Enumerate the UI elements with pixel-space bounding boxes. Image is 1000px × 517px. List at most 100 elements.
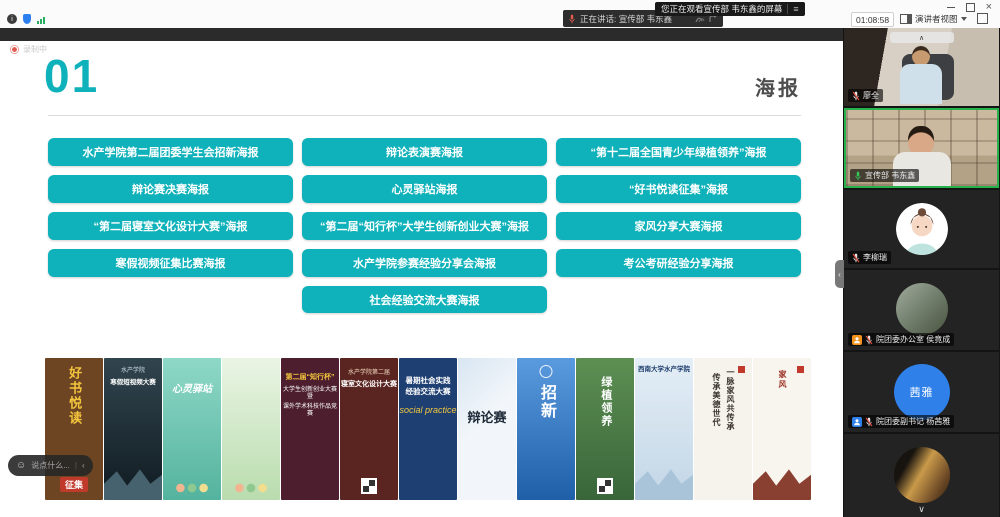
poster-thumbnail: 绿植领养 (576, 358, 634, 500)
poster-text: 寝室文化设计大赛 (341, 381, 397, 390)
poster-text: 暑期社会实践 (406, 376, 451, 385)
poster-qr (361, 478, 377, 494)
top-toolbar: i (0, 0, 1000, 29)
view-mode-button[interactable]: 演讲者视图 (900, 12, 967, 25)
poster-item-button: “第二届“知行杯”大学生创新创业大赛”海报 (302, 212, 547, 240)
poster-thumbnail: 第二届“知行杯”大学生创新创业大赛暨课外学术科技作品竞赛 (281, 358, 339, 500)
collapse-panel-handle[interactable]: ‹ (835, 260, 844, 288)
restore-button[interactable] (966, 3, 975, 12)
poster-text: 绿植领养 (598, 376, 612, 428)
poster-text: 寒假短视频大赛 (110, 379, 156, 387)
scroll-more-icon[interactable]: ∨ (918, 504, 925, 515)
poster-text: 水产学院 (121, 368, 145, 376)
video-tile[interactable]: ∧ 廖全 (844, 28, 999, 106)
poster-button-grid: 水产学院第二届团委学生会招新海报 辩论表演赛海报 “第十二届全国青少年绿植领养”… (48, 138, 801, 277)
poster-text: 心灵驿站 (172, 384, 212, 397)
initials-avatar: 茜雅 (894, 364, 950, 420)
poster-item-button: 考公考研经验分享海报 (556, 249, 801, 277)
timer-text: 01:08:58 (856, 15, 889, 25)
divider-line (48, 115, 801, 116)
poster-item-button: “第二届寝室文化设计大赛”海报 (48, 212, 293, 240)
video-tile-active-speaker[interactable]: 宣传部 韦东鑫 (844, 108, 999, 188)
poster-text: 第二届“知行杯” (286, 374, 335, 383)
video-tile[interactable]: ∨ (844, 434, 999, 517)
poster-item-button: 辩论表演赛海报 (302, 138, 547, 166)
poster-item-button: 水产学院第二届团委学生会招新海报 (48, 138, 293, 166)
chevron-down-icon (961, 17, 967, 21)
shared-slide: 录制中 01 海报 水产学院第二届团委学生会招新海报 辩论表演赛海报 “第十二届… (0, 41, 843, 517)
participant-name-chip: 宣传部 韦东鑫 (850, 169, 919, 182)
participants-panel: ∧ 廖全 宣传部 韦东鑫 (843, 28, 1000, 517)
video-tile[interactable]: 李柳瑞 (844, 190, 999, 268)
poster-vrow: 传承美德世代一脉家风共传承 (711, 368, 735, 431)
photo-avatar (896, 283, 948, 335)
poster-strip: 好书悦读征集水产学院寒假短视频大赛心灵驿站第二届“知行杯”大学生创新创业大赛暨课… (45, 358, 811, 500)
poster-circles (222, 482, 280, 494)
slide-title: 海报 (755, 72, 801, 101)
meeting-timer: 01:08:58 (851, 12, 894, 27)
poster-text: 招新 (536, 384, 556, 420)
close-button[interactable]: × (986, 2, 992, 12)
section-number: 01 (44, 49, 99, 103)
poster-thumbnail: 家风 (753, 358, 811, 500)
hide-panel-button[interactable]: ∧ (890, 32, 954, 43)
minimize-button[interactable] (947, 7, 955, 8)
poster-qr (597, 478, 613, 494)
poster-thumbnail: 水产学院寒假短视频大赛 (104, 358, 162, 500)
poster-thumbnail: 辩论赛 (458, 358, 516, 500)
info-icon: i (7, 14, 17, 24)
poster-mountain (104, 464, 162, 500)
watching-banner-text: 您正在观看宣传部 韦东鑫的屏幕 (661, 3, 782, 15)
poster-text: 大学生创新创业大赛暨 (281, 387, 339, 402)
participant-name-chip: 廖全 (848, 89, 883, 102)
collapse-chat-icon[interactable]: ‹ (82, 461, 85, 470)
connection-status-icons: i (7, 14, 45, 24)
fullscreen-button[interactable] (977, 13, 988, 24)
chat-placeholder: 说点什么... (31, 460, 70, 471)
muted-mic-icon (852, 91, 860, 101)
poster-seal (797, 366, 804, 373)
muted-mic-icon (865, 335, 873, 345)
poster-text: social practice (399, 405, 456, 416)
shared-window-titlebar (0, 28, 843, 41)
participant-name: 廖全 (863, 90, 879, 101)
poster-text: 好书悦读 (66, 366, 82, 426)
poster-badge: 征集 (60, 477, 88, 492)
member-badge-icon (852, 417, 862, 427)
poster-mountain3 (753, 464, 811, 500)
poster-item-button: 寒假视频征集比赛海报 (48, 249, 293, 277)
poster-item-button: “好书悦读征集”海报 (556, 175, 801, 203)
window-controls: × (947, 2, 992, 12)
banner-menu-icon[interactable]: ≡ (787, 4, 798, 14)
emoji-icon[interactable]: ☺ (16, 460, 26, 471)
member-badge-icon (852, 335, 862, 345)
poster-thumbnail: 暑期社会实践经验交流大赛 social practice (399, 358, 457, 500)
participant-name-chip: 院团委副书记 杨茜雅 (848, 415, 954, 428)
poster-item-button: “第十二届全国青少年绿植领养”海报 (556, 138, 801, 166)
poster-text: 家风 (777, 370, 787, 390)
poster-seal (738, 366, 745, 373)
participant-name-chip: 李柳瑞 (848, 251, 891, 264)
poster-logo (540, 365, 553, 378)
record-indicator: 录制中 (10, 44, 47, 55)
divider: | (75, 461, 77, 470)
chat-quick-input[interactable]: ☺ 说点什么... | ‹ (8, 455, 93, 476)
speaking-mic-icon (568, 14, 576, 24)
participant-name: 院团委副书记 杨茜雅 (876, 416, 950, 427)
meeting-app-window: i 您正在观看宣传部 韦东鑫的屏幕 ≡ × 正在讲话: 宣传部 韦东鑫 01:0… (0, 0, 1000, 517)
poster-mountain2 (635, 464, 693, 500)
shield-icon (23, 14, 31, 24)
poster-thumbnail: 西南大学水产学院 (635, 358, 693, 500)
poster-item-button: 辩论赛决赛海报 (48, 175, 293, 203)
poster-circles (163, 482, 221, 494)
video-tile[interactable]: 院团委办公室 侯竟成 (844, 270, 999, 350)
poster-text: 经验交流大赛 (406, 387, 451, 396)
poster-text: 水产学院第二届 (348, 370, 390, 378)
participant-name: 宣传部 韦东鑫 (865, 170, 915, 181)
photo-avatar (894, 447, 950, 503)
participant-name: 院团委办公室 侯竟成 (876, 334, 950, 345)
poster-item-button: 社会经验交流大赛海报 (302, 286, 547, 313)
video-tile[interactable]: 茜雅 院团委副书记 杨茜雅 (844, 352, 999, 432)
poster-text: 辩论赛 (467, 410, 506, 426)
muted-mic-icon (865, 417, 873, 427)
